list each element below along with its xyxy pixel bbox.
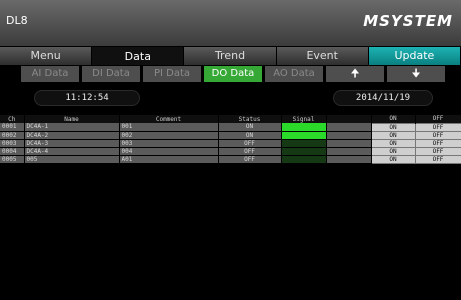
col-comment: Comment xyxy=(119,115,219,123)
cell-ch: 0002 xyxy=(0,131,25,140)
brand-logo: MSYSTEM xyxy=(363,12,453,30)
col-off: OFF xyxy=(415,115,461,123)
cell-status: ON xyxy=(218,123,282,132)
cell-name: DC4A-4 xyxy=(24,147,120,156)
col-blank xyxy=(326,115,372,123)
on-button[interactable]: ON xyxy=(370,138,416,148)
cell-comment: 004 xyxy=(119,147,219,156)
table-row: 0005 005 A01 OFF ON OFF xyxy=(0,154,461,164)
cell-blank xyxy=(326,139,372,148)
main-tab-bar: Menu Data Trend Event Update xyxy=(0,47,461,65)
table-row: 0003 DC4A-3 003 OFF ON OFF xyxy=(0,138,461,148)
tab-data[interactable]: Data xyxy=(92,47,185,65)
arrow-down-icon: 🠋 xyxy=(411,67,421,80)
cell-ch: 0001 xyxy=(0,123,25,132)
do-data-table: Ch Name Comment Status Signal ON OFF 000… xyxy=(0,115,461,164)
subtab-ai-data[interactable]: AI Data xyxy=(21,66,79,82)
tab-update[interactable]: Update xyxy=(368,47,461,65)
off-button[interactable]: OFF xyxy=(414,154,461,164)
page-down-button[interactable]: 🠋 xyxy=(387,66,445,82)
signal-indicator xyxy=(281,123,327,132)
time-display: 11:12:54 xyxy=(34,90,140,106)
col-ch: Ch xyxy=(0,115,25,123)
subtab-do-data[interactable]: DO Data xyxy=(204,66,262,82)
signal-indicator xyxy=(281,139,327,148)
col-status: Status xyxy=(218,115,282,123)
signal-indicator xyxy=(281,147,327,156)
cell-ch: 0004 xyxy=(0,147,25,156)
col-signal: Signal xyxy=(281,115,327,123)
table-row: 0001 DC4A-1 001 ON ON OFF xyxy=(0,122,461,132)
page-up-button[interactable]: 🠉 xyxy=(326,66,384,82)
tab-event[interactable]: Event xyxy=(276,47,369,65)
date-display: 2014/11/19 xyxy=(333,90,433,106)
cell-comment: 003 xyxy=(119,139,219,148)
cell-comment: 002 xyxy=(119,131,219,140)
on-button[interactable]: ON xyxy=(370,154,416,164)
cell-name: DC4A-3 xyxy=(24,139,120,148)
cell-status: ON xyxy=(218,131,282,140)
signal-indicator xyxy=(281,155,327,164)
cell-name: 005 xyxy=(24,155,120,164)
device-name: DL8 xyxy=(6,14,28,27)
table-header-row: Ch Name Comment Status Signal ON OFF xyxy=(0,115,461,123)
cell-ch: 0005 xyxy=(0,155,25,164)
cell-blank xyxy=(326,131,372,140)
on-button[interactable]: ON xyxy=(370,130,416,140)
cell-comment: A01 xyxy=(119,155,219,164)
data-type-tab-bar: AI Data DI Data PI Data DO Data AO Data … xyxy=(21,66,445,82)
on-button[interactable]: ON xyxy=(370,122,416,132)
cell-blank xyxy=(326,147,372,156)
table-row: 0002 DC4A-2 002 ON ON OFF xyxy=(0,130,461,140)
on-button[interactable]: ON xyxy=(370,146,416,156)
cell-blank xyxy=(326,123,372,132)
off-button[interactable]: OFF xyxy=(414,138,461,148)
cell-name: DC4A-1 xyxy=(24,123,120,132)
col-name: Name xyxy=(24,115,120,123)
subtab-ao-data[interactable]: AO Data xyxy=(265,66,323,82)
subtab-pi-data[interactable]: PI Data xyxy=(143,66,201,82)
subtab-di-data[interactable]: DI Data xyxy=(82,66,140,82)
cell-ch: 0003 xyxy=(0,139,25,148)
off-button[interactable]: OFF xyxy=(414,146,461,156)
cell-blank xyxy=(326,155,372,164)
tab-menu[interactable]: Menu xyxy=(0,47,93,65)
cell-name: DC4A-2 xyxy=(24,131,120,140)
table-row: 0004 DC4A-4 004 OFF ON OFF xyxy=(0,146,461,156)
signal-indicator xyxy=(281,131,327,140)
arrow-up-icon: 🠉 xyxy=(350,67,360,80)
cell-status: OFF xyxy=(218,147,282,156)
off-button[interactable]: OFF xyxy=(414,130,461,140)
tab-trend[interactable]: Trend xyxy=(184,47,277,65)
title-bar: DL8 MSYSTEM xyxy=(0,0,461,46)
off-button[interactable]: OFF xyxy=(414,122,461,132)
cell-comment: 001 xyxy=(119,123,219,132)
col-on: ON xyxy=(371,115,416,123)
cell-status: OFF xyxy=(218,155,282,164)
cell-status: OFF xyxy=(218,139,282,148)
